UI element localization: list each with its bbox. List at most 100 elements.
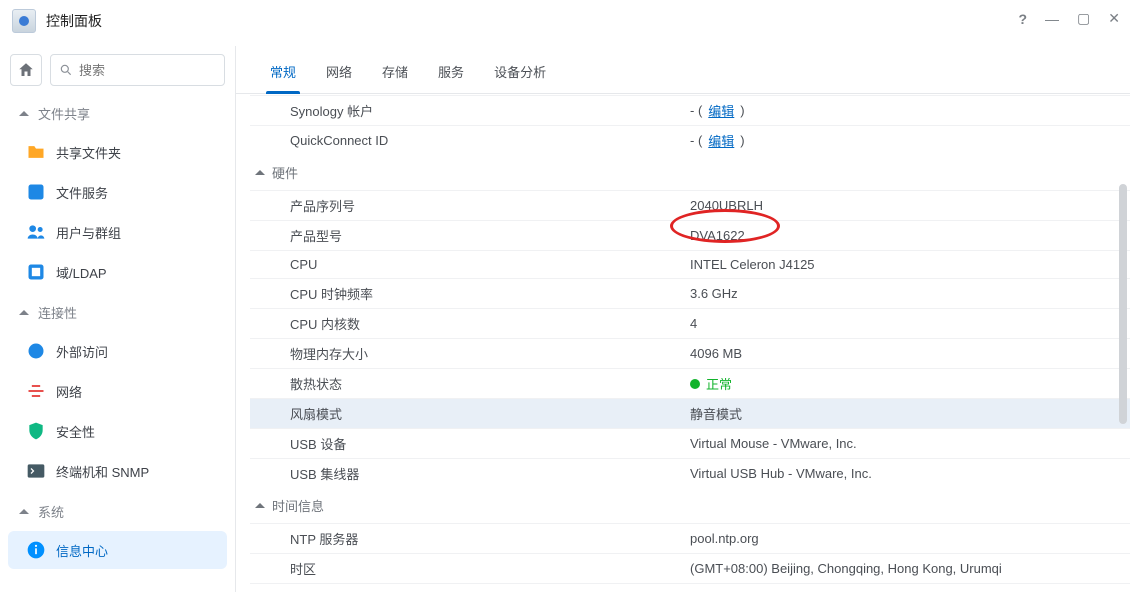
titlebar: 控制面板 ? — ▢ ✕ [0,0,1130,42]
row-cpu-cores: CPU 内核数 4 [250,308,1130,338]
info-icon [26,540,46,560]
row-ntp: NTP 服务器 pool.ntp.org [250,523,1130,553]
row-value: 4096 MB [690,346,742,361]
nav-label: 安全性 [56,422,95,441]
row-tz: 时区 (GMT+08:00) Beijing, Chongqing, Hong … [250,553,1130,583]
search-icon [59,62,73,78]
tabs: 常规 网络 存储 服务 设备分析 [236,46,1130,94]
nav-ldap[interactable]: 域/LDAP [8,253,227,291]
nav-network[interactable]: 网络 [8,372,227,410]
chevron-up-icon [18,506,30,518]
section-fileshare[interactable]: 文件共享 [0,94,235,131]
window-controls: ? — ▢ ✕ [1018,10,1120,27]
window-title: 控制面板 [46,11,102,31]
section-connect[interactable]: 连接性 [0,293,235,330]
value-prefix: - ( [690,133,702,148]
row-value: Virtual Mouse - VMware, Inc. [690,436,857,451]
row-label: USB 集线器 [290,464,690,483]
row-value: 2040UBRLH [690,198,763,213]
chevron-up-icon [18,108,30,120]
network-icon [26,381,46,401]
nav-label: 文件服务 [56,183,108,202]
search-input[interactable] [79,63,216,78]
row-label: 产品序列号 [290,196,690,215]
nav-file-service[interactable]: 文件服务 [8,173,227,211]
chevron-up-icon [254,167,266,179]
row-value: Virtual USB Hub - VMware, Inc. [690,466,872,481]
row-label: Synology 帐户 [290,101,690,120]
nav-info-center[interactable]: 信息中心 [8,531,227,569]
terminal-icon [26,461,46,481]
row-label: 风扇模式 [290,404,690,423]
row-label: 散热状态 [290,374,690,393]
nav-external-access[interactable]: 外部访问 [8,332,227,370]
tab-device[interactable]: 设备分析 [490,56,550,93]
edit-link[interactable]: 编辑 [708,131,734,150]
row-mem: 物理内存大小 4096 MB [250,338,1130,368]
row-value: (GMT+08:00) Beijing, Chongqing, Hong Kon… [690,561,1002,576]
nav-label: 终端机和 SNMP [56,462,149,481]
search-field[interactable] [50,54,225,86]
row-label: 时区 [290,559,690,578]
row-syn-account: Synology 帐户 - (编辑) [250,95,1130,125]
row-label: 产品型号 [290,226,690,245]
content: DSM 版本 DSM 7.2.1-69057 Update 4 Synology… [236,94,1130,592]
row-label: 物理内存大小 [290,344,690,363]
row-fan: 风扇模式 静音模式 [250,398,1130,428]
row-thermal: 散热状态 正常 [250,368,1130,398]
row-label: USB 设备 [290,434,690,453]
row-label: CPU 时钟频率 [290,284,690,303]
row-value: DVA1622 [690,228,745,243]
nav-user-group[interactable]: 用户与群组 [8,213,227,251]
user-group-icon [26,222,46,242]
nav-label: 用户与群组 [56,223,121,242]
row-label: CPU 内核数 [290,314,690,333]
row-usb-hub: USB 集线器 Virtual USB Hub - VMware, Inc. [250,458,1130,488]
row-cpu-clock: CPU 时钟频率 3.6 GHz [250,278,1130,308]
nav-shared-folder[interactable]: 共享文件夹 [8,133,227,171]
nav-label: 信息中心 [56,541,108,560]
group-hardware[interactable]: 硬件 [250,155,1130,190]
tab-storage[interactable]: 存储 [378,56,412,93]
minimize-button[interactable]: — [1045,11,1059,27]
tab-network[interactable]: 网络 [322,56,356,93]
help-icon[interactable]: ? [1018,11,1027,27]
file-service-icon [26,182,46,202]
nav-label: 网络 [56,382,82,401]
row-systime: 系统时间 [250,583,1130,592]
row-serial: 产品序列号 2040UBRLH [250,190,1130,220]
maximize-button[interactable]: ▢ [1077,10,1090,27]
row-value: - (编辑) [690,101,745,120]
row-cpu: CPU INTEL Celeron J4125 [250,250,1130,278]
scrollbar[interactable] [1119,184,1127,424]
row-usb-dev: USB 设备 Virtual Mouse - VMware, Inc. [250,428,1130,458]
row-value: pool.ntp.org [690,531,759,546]
value-suffix: ) [740,133,744,148]
nav-terminal[interactable]: 终端机和 SNMP [8,452,227,490]
chevron-up-icon [18,307,30,319]
globe-icon [26,341,46,361]
row-label: CPU [290,257,690,272]
row-label: QuickConnect ID [290,133,690,148]
row-value: 正常 [690,374,732,393]
group-label: 硬件 [272,163,298,182]
row-value: 3.6 GHz [690,286,738,301]
nav: 文件共享 共享文件夹 文件服务 用户与群组 域/LDAP 连接性 外部访问 [0,94,235,592]
shield-icon [26,421,46,441]
section-system[interactable]: 系统 [0,492,235,529]
app-icon [12,9,36,33]
row-quickconnect: QuickConnect ID - ( 编辑) [250,125,1130,155]
row-label: NTP 服务器 [290,529,690,548]
home-button[interactable] [10,54,42,86]
group-time[interactable]: 时间信息 [250,488,1130,523]
main: 常规 网络 存储 服务 设备分析 DSM 版本 DSM 7.2.1-69057 … [236,46,1130,592]
row-value: 4 [690,316,697,331]
chevron-up-icon [254,500,266,512]
close-button[interactable]: ✕ [1108,10,1120,27]
ldap-icon [26,262,46,282]
edit-link[interactable]: 编辑 [708,101,734,120]
sidebar: 文件共享 共享文件夹 文件服务 用户与群组 域/LDAP 连接性 外部访问 [0,46,236,592]
nav-security[interactable]: 安全性 [8,412,227,450]
tab-general[interactable]: 常规 [266,56,300,93]
tab-service[interactable]: 服务 [434,56,468,93]
